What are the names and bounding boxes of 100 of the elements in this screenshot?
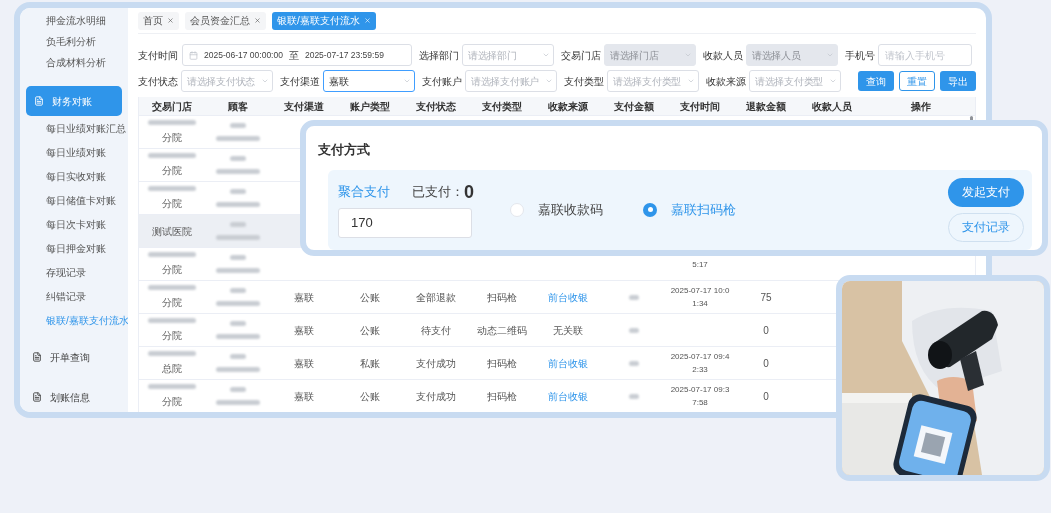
table-cell-text: 支付成功	[416, 356, 456, 371]
blurred-text	[148, 152, 196, 158]
column-header: 操作	[910, 99, 932, 114]
sidebar-item[interactable]: 负毛利分析	[20, 31, 128, 52]
table-cell-text: 0	[763, 389, 769, 404]
table-cell-text: 分院	[162, 196, 182, 211]
sidebar-item[interactable]: 押金流水明细	[20, 10, 128, 31]
column-header: 支付金额	[613, 99, 655, 114]
blurred-text	[216, 301, 260, 306]
blurred-text	[148, 185, 196, 191]
column-header: 收款人员	[811, 99, 853, 114]
paid-amount: 0	[464, 181, 474, 202]
table-cell-text: 待支付	[421, 323, 451, 338]
close-icon[interactable]	[167, 17, 174, 24]
sidebar-item[interactable]: 纠错记录	[20, 284, 128, 308]
blurred-text	[230, 255, 246, 260]
blurred-text	[148, 251, 196, 257]
table-cell-text: 扫码枪	[487, 356, 517, 371]
field-label: 手机号	[845, 48, 875, 63]
column-header: 顾客	[227, 99, 249, 114]
sidebar-item[interactable]: 每日押金对账	[20, 236, 128, 260]
chevron-icon	[684, 51, 692, 59]
table-cell-text: 嘉联	[294, 389, 314, 404]
select-field[interactable]: 嘉联	[323, 70, 415, 92]
blurred-text	[148, 119, 196, 125]
table-cell-text: 分院	[162, 328, 182, 343]
sidebar-item[interactable]: 存现记录	[20, 260, 128, 284]
sidebar-item[interactable]: 每日实收对账	[20, 164, 128, 188]
close-icon[interactable]	[363, 17, 371, 24]
payment-mode: 聚合支付	[338, 183, 390, 201]
table-cell-text: 扫码枪	[487, 290, 517, 305]
table-cell-text: 0	[763, 323, 769, 338]
sidebar-item[interactable]: 每日业绩对账汇总	[20, 116, 128, 140]
blurred-text	[629, 327, 639, 333]
chevron-icon	[826, 51, 834, 59]
blurred-text	[230, 387, 246, 392]
table-cell-text: 私账	[360, 356, 380, 371]
blurred-text	[230, 189, 246, 194]
table-cell-text: 扫码枪	[487, 389, 517, 404]
document-icon	[32, 392, 42, 402]
table-cell-text: 分院	[162, 295, 182, 310]
document-icon	[34, 96, 44, 106]
table-cell-text: 支付成功	[416, 389, 456, 404]
table-cell-text: 分院	[162, 163, 182, 178]
calendar-icon	[189, 50, 198, 60]
column-header: 支付时间	[679, 99, 721, 114]
date-range-field[interactable]: 2025-06-17 00:00:00 至 2025-07-17 23:59:59	[182, 44, 412, 66]
blurred-text	[230, 354, 246, 359]
field-label: 支付时间	[138, 48, 178, 63]
tab[interactable]: 会员资金汇总	[185, 11, 266, 30]
radio-button[interactable]	[510, 202, 524, 217]
table-cell-text: 0	[763, 356, 769, 371]
blurred-text	[230, 123, 246, 128]
radio-option[interactable]: 嘉联收款码	[510, 199, 603, 220]
table-cell-text: 全部退款	[416, 290, 456, 305]
table-cell-text: 测试医院	[152, 224, 192, 239]
column-header: 支付类型	[481, 99, 523, 114]
chevron-icon	[545, 77, 553, 85]
table-cell-text: 嘉联	[294, 323, 314, 338]
close-icon[interactable]	[254, 17, 261, 24]
table-cell-text: 75	[760, 290, 772, 305]
blurred-text	[629, 294, 639, 300]
radio-button[interactable]	[643, 202, 657, 217]
table-cell-text: 总院	[162, 361, 182, 376]
blurred-text	[230, 288, 246, 293]
field-label: 支付状态	[138, 74, 178, 89]
blurred-text	[216, 202, 260, 207]
table-cell-text: 5:17	[691, 258, 709, 271]
field-label: 支付类型	[564, 74, 604, 89]
table-cell-text: 无关联	[553, 323, 583, 338]
table-cell-text: 公账	[360, 389, 380, 404]
blurred-text	[216, 334, 260, 339]
blurred-text	[216, 367, 260, 372]
blurred-text	[216, 268, 260, 273]
sidebar-item[interactable]: 每日业绩对账	[20, 140, 128, 164]
field-label: 支付账户	[422, 74, 462, 89]
field-label: 收款来源	[706, 74, 746, 89]
table-cell-text: 公账	[360, 290, 380, 305]
field-label: 交易门店	[561, 48, 601, 63]
table-cell-text: 2025-07-17 09:37:58	[669, 384, 731, 409]
chevron-icon	[687, 77, 695, 85]
blurred-text	[629, 393, 639, 399]
table-cell-text: 公账	[360, 323, 380, 338]
table-cell-text: 2025-07-17 09:42:33	[669, 351, 731, 376]
blurred-text	[230, 321, 246, 326]
blurred-text	[216, 400, 260, 405]
blurred-text	[216, 169, 260, 174]
sidebar-item[interactable]: 每日次卡对账	[20, 212, 128, 236]
sidebar-group[interactable]: 划账信息	[20, 382, 128, 412]
sidebar-item[interactable]: 每日储值卡对账	[20, 188, 128, 212]
tab[interactable]: 首页	[138, 11, 179, 30]
blurred-text	[629, 360, 639, 366]
blurred-text	[216, 235, 260, 240]
column-header: 支付渠道	[283, 99, 325, 114]
amount-input[interactable]: 170	[338, 207, 472, 238]
sidebar-group[interactable]: 开单查询	[20, 342, 128, 372]
table-cell-text: 嘉联	[294, 356, 314, 371]
table-cell-text: 分院	[162, 130, 182, 145]
column-header: 收款来源	[547, 99, 589, 114]
sidebar-item[interactable]: 合成材料分析	[20, 52, 128, 73]
